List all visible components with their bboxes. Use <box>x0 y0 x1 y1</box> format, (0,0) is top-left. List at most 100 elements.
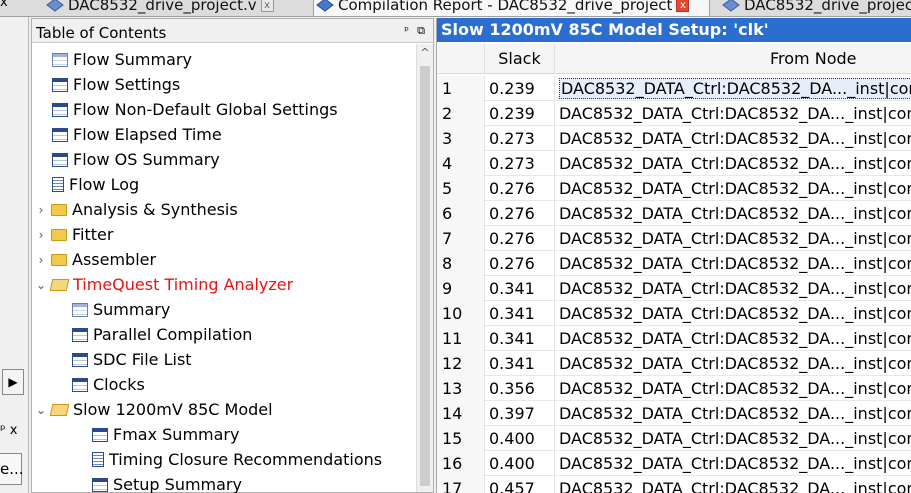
table-row[interactable]: 1 0.239 DAC8532_DATA_Ctrl:DAC8532_DA..._in… <box>437 76 911 101</box>
table-row[interactable]: 8 0.276 DAC8532_DATA_Ctrl:DAC8532_DA..._in… <box>437 251 911 276</box>
from-node-cell: DAC8532_DATA_Ctrl:DAC8532_DA..._inst|con… <box>555 426 911 451</box>
row-number: 9 <box>437 276 485 301</box>
column-header-number[interactable] <box>437 44 485 74</box>
slack-cell: 0.341 <box>485 276 555 301</box>
folder-icon <box>51 253 67 266</box>
from-node-cell: DAC8532_DATA_Ctrl:DAC8532_DA..._inst|con… <box>555 126 911 151</box>
table-icon <box>52 102 68 117</box>
table-row[interactable]: 5 0.276 DAC8532_DATA_Ctrl:DAC8532_DA..._in… <box>437 176 911 201</box>
folder-icon <box>51 228 67 241</box>
document-icon <box>52 177 64 192</box>
table-row[interactable]: 6 0.276 DAC8532_DATA_Ctrl:DAC8532_DA..._in… <box>437 201 911 226</box>
toc-item[interactable]: Clocks <box>72 372 145 397</box>
row-number: 11 <box>437 326 485 351</box>
toc-item[interactable]: Flow Summary <box>52 47 192 72</box>
scroll-right-button[interactable]: ▶ <box>2 369 24 395</box>
table-icon <box>52 127 68 142</box>
toc-title: Table of Contents <box>36 24 167 42</box>
toc-item[interactable]: Flow Elapsed Time <box>52 122 222 147</box>
table-row[interactable]: 16 0.400 DAC8532_DATA_Ctrl:DAC8532_DA..._i… <box>437 451 911 476</box>
close-icon[interactable]: x <box>0 0 8 10</box>
from-node-cell: DAC8532_DATA_Ctrl:DAC8532_DA..._inst|con… <box>555 376 911 401</box>
from-node-cell-text: DAC8532_DATA_Ctrl:DAC8532_DA..._inst|con… <box>559 129 911 148</box>
row-number: 7 <box>437 226 485 251</box>
close-tab-icon[interactable]: x <box>260 0 274 12</box>
from-node-cell-text: DAC8532_DATA_Ctrl:DAC8532_DA..._inst|con… <box>559 179 911 198</box>
pane-pin-close-icon[interactable]: ᵖ x <box>0 423 17 438</box>
toc-item[interactable]: ⌄ Slow 1200mV 85C Model <box>36 397 273 422</box>
document-icon <box>92 452 104 467</box>
toc-item[interactable]: › Assembler <box>36 247 156 272</box>
scrollbar-thumb[interactable] <box>420 66 430 486</box>
table-row[interactable]: 4 0.273 DAC8532_DATA_Ctrl:DAC8532_DA..._in… <box>437 151 911 176</box>
from-node-cell-text: DAC8532_DATA_Ctrl:DAC8532_DA..._inst|con… <box>559 329 911 348</box>
slack-cell: 0.356 <box>485 376 555 401</box>
close-tab-icon[interactable]: x <box>676 0 690 12</box>
tab-verilog-file[interactable]: DAC8532_drive_project.v x <box>46 0 274 16</box>
float-window-icon[interactable]: ⧉ <box>417 24 425 38</box>
toc-item[interactable]: › Analysis & Synthesis <box>36 197 238 222</box>
column-header-from-node[interactable]: From Node <box>555 44 911 74</box>
collapse-chevron-icon[interactable]: ⌄ <box>36 403 46 417</box>
from-node-cell-text: DAC8532_DATA_Ctrl:DAC8532_DA..._inst|con… <box>559 154 911 173</box>
table-row[interactable]: 13 0.356 DAC8532_DATA_Ctrl:DAC8532_DA..._i… <box>437 376 911 401</box>
from-node-cell: DAC8532_DATA_Ctrl:DAC8532_DA..._inst|con… <box>555 351 911 376</box>
from-node-cell-text: DAC8532_DATA_Ctrl:DAC8532_DA..._inst|con… <box>559 429 911 448</box>
toc-item[interactable]: SDC File List <box>72 347 192 372</box>
table-row[interactable]: 3 0.273 DAC8532_DATA_Ctrl:DAC8532_DA..._in… <box>437 126 911 151</box>
from-node-cell: DAC8532_DATA_Ctrl:DAC8532_DA..._inst|con… <box>555 451 911 476</box>
column-header-slack[interactable]: Slack <box>485 44 555 74</box>
toc-item[interactable]: Summary <box>72 297 170 322</box>
toc-item[interactable]: Setup Summary <box>92 472 242 493</box>
tab-verilog-file-2[interactable]: DAC8532_drive_projec <box>722 0 911 16</box>
toc-scrollbar[interactable]: ^ <box>416 44 433 492</box>
slack-cell: 0.400 <box>485 451 555 476</box>
toc-item[interactable]: Timing Closure Recommendations <box>92 447 382 472</box>
table-icon <box>72 302 88 317</box>
table-row[interactable]: 17 0.457 DAC8532_DATA_Ctrl:DAC8532_DA..._i… <box>437 476 911 493</box>
table-row[interactable]: 2 0.239 DAC8532_DATA_Ctrl:DAC8532_DA..._in… <box>437 101 911 126</box>
tab-label: DAC8532_drive_projec <box>744 0 911 14</box>
toc-item[interactable]: › Fitter <box>36 222 114 247</box>
table-row[interactable]: 10 0.341 DAC8532_DATA_Ctrl:DAC8532_DA..._i… <box>437 301 911 326</box>
toc-item[interactable]: Fmax Summary <box>92 422 239 447</box>
from-node-cell-text: DAC8532_DATA_Ctrl:DAC8532_DA..._inst|con… <box>559 304 911 323</box>
tab-compilation-report[interactable]: Compilation Report - DAC8532_drive_proje… <box>313 0 710 16</box>
collapse-chevron-icon[interactable]: ⌄ <box>36 278 46 292</box>
toc-item-label: Slow 1200mV 85C Model <box>73 400 273 419</box>
toc-item-label: Clocks <box>93 375 145 394</box>
expand-chevron-icon[interactable]: › <box>36 203 46 217</box>
slack-cell: 0.273 <box>485 151 555 176</box>
toc-item[interactable]: Flow OS Summary <box>52 147 220 172</box>
pin-icon[interactable]: ᵖ <box>404 24 409 37</box>
toc-item-label: Parallel Compilation <box>93 325 253 344</box>
slack-cell: 0.341 <box>485 326 555 351</box>
row-number: 16 <box>437 451 485 476</box>
expand-chevron-icon[interactable]: › <box>36 228 46 242</box>
table-row[interactable]: 12 0.341 DAC8532_DATA_Ctrl:DAC8532_DA..._i… <box>437 351 911 376</box>
table-of-contents-panel: Table of Contents ᵖ ⧉ Flow Summary Flow S… <box>31 18 434 493</box>
toc-item[interactable]: Flow Settings <box>52 72 180 97</box>
toc-item[interactable]: ⌄ TimeQuest Timing Analyzer <box>36 272 293 297</box>
toc-header: Table of Contents ᵖ ⧉ <box>32 19 433 43</box>
from-node-cell-text: DAC8532_DATA_Ctrl:DAC8532_DA..._inst|con… <box>559 279 911 298</box>
toc-item[interactable]: Flow Log <box>52 172 139 197</box>
from-node-cell-text: DAC8532_DATA_Ctrl:DAC8532_DA..._inst|con… <box>559 104 911 123</box>
toc-item-label: Fmax Summary <box>113 425 240 444</box>
table-row[interactable]: 15 0.400 DAC8532_DATA_Ctrl:DAC8532_DA..._i… <box>437 426 911 451</box>
scroll-up-icon[interactable]: ^ <box>419 46 431 60</box>
from-node-cell: DAC8532_DATA_Ctrl:DAC8532_DA..._inst|con… <box>555 276 911 301</box>
table-row[interactable]: 11 0.341 DAC8532_DATA_Ctrl:DAC8532_DA..._i… <box>437 326 911 351</box>
toc-item[interactable]: Flow Non-Default Global Settings <box>52 97 338 122</box>
from-node-cell: DAC8532_DATA_Ctrl:DAC8532_DA..._inst|con… <box>555 101 911 126</box>
expand-chevron-icon[interactable]: › <box>36 253 46 267</box>
slack-cell: 0.400 <box>485 426 555 451</box>
truncated-button[interactable]: e... <box>0 453 24 485</box>
table-row[interactable]: 14 0.397 DAC8532_DATA_Ctrl:DAC8532_DA..._i… <box>437 401 911 426</box>
toc-item-label: Assembler <box>72 250 157 269</box>
slack-cell: 0.276 <box>485 226 555 251</box>
table-row[interactable]: 9 0.341 DAC8532_DATA_Ctrl:DAC8532_DA..._in… <box>437 276 911 301</box>
toc-item[interactable]: Parallel Compilation <box>72 322 252 347</box>
row-number: 13 <box>437 376 485 401</box>
table-row[interactable]: 7 0.276 DAC8532_DATA_Ctrl:DAC8532_DA..._in… <box>437 226 911 251</box>
